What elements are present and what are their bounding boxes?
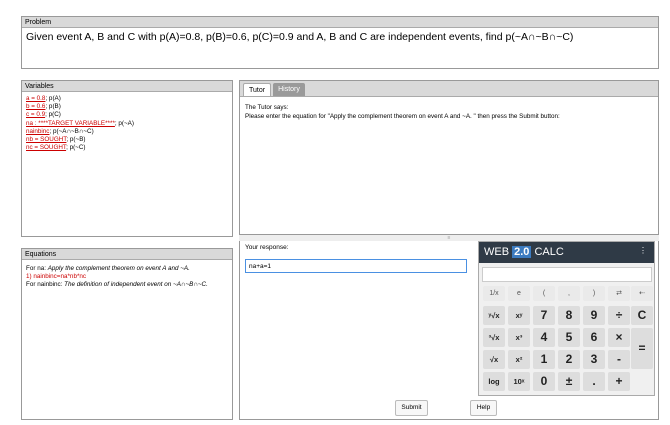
variable-item: c = 0.9; p(C): [26, 111, 228, 119]
equations-body: For na: Apply the complement theorem on …: [22, 260, 232, 295]
variable-link[interactable]: c = 0.9: [26, 111, 45, 118]
response-label: Your response:: [245, 244, 289, 251]
calc-key[interactable]: 6: [583, 328, 605, 347]
tutor-tabs: Tutor History: [240, 81, 658, 97]
variable-item: nb = SOUGHT; p(~B): [26, 136, 228, 144]
help-button[interactable]: Help: [470, 400, 497, 416]
variable-link[interactable]: nb = SOUGHT: [26, 136, 66, 143]
variable-link[interactable]: na : ****TARGET VARIABLE****: [26, 120, 115, 127]
tutor-says-label: The Tutor says:: [245, 104, 289, 111]
variable-item: nc = SOUGHT; p(~C): [26, 144, 228, 152]
calc-key[interactable]: -: [608, 350, 630, 369]
calc-key[interactable]: xʸ: [508, 306, 530, 325]
variable-link[interactable]: nc = SOUGHT: [26, 144, 66, 151]
calc-key[interactable]: ,: [558, 286, 580, 301]
goal-prefix: For na:: [26, 265, 48, 272]
equation-entry[interactable]: 1) nainbinc=na*nb*nc: [26, 273, 228, 281]
equation-goal-nainbinc: For nainbinc: The definition of independ…: [26, 281, 228, 289]
calc-key[interactable]: 1/x: [483, 286, 505, 301]
goal-prefix: For nainbinc:: [26, 281, 65, 289]
calc-key[interactable]: +: [608, 372, 630, 391]
calc-key[interactable]: 2: [558, 350, 580, 369]
variable-item: b = 0.6; p(B): [26, 103, 228, 111]
calc-key[interactable]: 8: [558, 306, 580, 325]
variable-desc: ; p(~A∩~B∩~C): [49, 127, 94, 135]
problem-header: Problem: [22, 17, 658, 28]
problem-panel: Problem Given event A, B and C with p(A)…: [21, 16, 659, 69]
variable-desc: ; p(A): [45, 95, 61, 102]
calculator-display: [482, 267, 652, 282]
calculator-title: WEB 2.0 CALC: [484, 245, 564, 259]
calc-key[interactable]: e: [508, 286, 530, 301]
calc-key[interactable]: x²: [508, 350, 530, 369]
variable-desc: ; p(~C): [66, 144, 86, 152]
variable-desc: ; p(~A): [114, 119, 134, 127]
response-input[interactable]: [245, 259, 467, 273]
calc-key[interactable]: √x: [483, 350, 505, 369]
tab-tutor[interactable]: Tutor: [243, 83, 272, 96]
goal-text: The definition of independent event on ~…: [64, 281, 208, 289]
calculator: WEB 2.0 CALC ⋮ 1/x e(,) ⇄ ⇠ ʸ√x xʸ 7 8 9 ÷ C ³√x x³ 4…: [478, 241, 655, 396]
equation-goal-na: For na: Apply the complement theorem on …: [26, 265, 228, 273]
menu-icon[interactable]: ⋮: [639, 246, 647, 255]
calc-key[interactable]: 1: [533, 350, 555, 369]
submit-button[interactable]: Submit: [395, 400, 428, 416]
variables-panel: Variables a = 0.8; p(A) b = 0.6; p(B) c …: [21, 80, 233, 237]
calc-title-web: WEB: [484, 246, 510, 258]
variable-link[interactable]: a = 0.8: [26, 95, 45, 102]
variables-header: Variables: [22, 81, 232, 92]
variable-item: na : ****TARGET VARIABLE****; p(~A): [26, 120, 228, 128]
calc-title-calc: CALC: [534, 246, 564, 258]
variable-item: nainbinc; p(~A∩~B∩~C): [26, 128, 228, 136]
variable-desc: ; p(~B): [66, 136, 86, 144]
problem-text: Given event A, B and C with p(A)=0.8, p(…: [26, 31, 574, 43]
equations-header: Equations: [22, 249, 232, 260]
variables-list: a = 0.8; p(A) b = 0.6; p(B) c = 0.9; p(C…: [22, 92, 232, 155]
calc-key[interactable]: ±: [558, 372, 580, 391]
calc-key[interactable]: 7: [533, 306, 555, 325]
variable-desc: ; p(B): [45, 103, 61, 111]
calc-key[interactable]: C: [631, 306, 653, 325]
tutor-body: The Tutor says: Please enter the equatio…: [240, 97, 658, 127]
calc-key[interactable]: .: [583, 372, 605, 391]
goal-text: Apply the complement theorem on event A …: [47, 265, 190, 272]
calc-key[interactable]: ÷: [608, 306, 630, 325]
variable-item: a = 0.8; p(A): [26, 95, 228, 103]
calc-key[interactable]: 10ˣ: [508, 372, 530, 391]
tab-history[interactable]: History: [273, 83, 305, 96]
calc-key[interactable]: log: [483, 372, 505, 391]
variable-link[interactable]: b = 0.6: [26, 103, 45, 110]
calc-key[interactable]: 9: [583, 306, 605, 325]
calculator-header: WEB 2.0 CALC ⋮: [479, 242, 654, 263]
calc-key[interactable]: ×: [608, 328, 630, 347]
variable-link[interactable]: nainbinc: [26, 128, 49, 135]
calc-key[interactable]: 0: [533, 372, 555, 391]
tutor-panel: Tutor History The Tutor says: Please ent…: [239, 80, 659, 235]
calc-key[interactable]: =: [631, 328, 653, 369]
calc-key[interactable]: 5: [558, 328, 580, 347]
calc-key[interactable]: ʸ√x: [483, 306, 505, 325]
variable-desc: ; p(C): [45, 111, 61, 119]
calc-title-version: 2.0: [512, 246, 532, 258]
calc-key[interactable]: ⇠: [631, 286, 653, 301]
calc-key[interactable]: ): [583, 286, 605, 301]
calc-key[interactable]: ⇄: [608, 286, 630, 301]
calc-key[interactable]: x³: [508, 328, 530, 347]
calc-key[interactable]: (: [533, 286, 555, 301]
calc-key[interactable]: ³√x: [483, 328, 505, 347]
equations-panel: Equations For na: Apply the complement t…: [21, 248, 233, 420]
calc-key[interactable]: 3: [583, 350, 605, 369]
tutor-message: Please enter the equation for "Apply the…: [245, 113, 560, 120]
calc-key[interactable]: 4: [533, 328, 555, 347]
